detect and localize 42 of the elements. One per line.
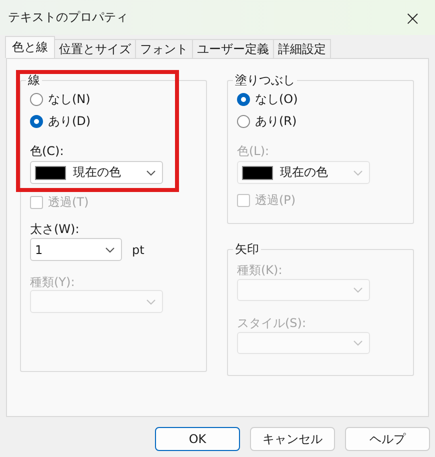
- chevron-down-icon: [146, 298, 156, 304]
- chevron-down-icon: [105, 246, 115, 252]
- tab[interactable]: 位置とサイズ: [54, 39, 136, 58]
- radio-button[interactable]: [237, 92, 250, 106]
- color-swatch: [242, 166, 273, 180]
- radio-button[interactable]: [30, 114, 43, 128]
- chevron-down-icon: [353, 287, 363, 293]
- group-title: 塗りつぶし: [234, 73, 296, 87]
- dialog-button[interactable]: ヘルプ: [345, 427, 430, 451]
- tab[interactable]: ユーザー定義: [192, 39, 274, 58]
- radio-button[interactable]: [237, 114, 250, 128]
- color-swatch: [35, 166, 66, 180]
- field-label: 種類(K):: [237, 263, 282, 278]
- checkbox-label: 透過(T): [48, 194, 89, 210]
- unit-label: pt: [132, 242, 144, 256]
- option-label: あり(D): [48, 112, 91, 130]
- option-label: あり(R): [255, 112, 297, 130]
- dropdown[interactable]: 現在の色: [30, 161, 163, 184]
- chevron-down-icon: [353, 170, 363, 176]
- field-label: 色(C):: [30, 144, 64, 159]
- dialog-button[interactable]: キャンセル: [250, 427, 335, 451]
- tab[interactable]: 色と線: [5, 36, 55, 58]
- close-button[interactable]: ×: [398, 6, 427, 30]
- field-label: スタイル(S):: [237, 316, 306, 331]
- option-label: なし(N): [48, 90, 90, 108]
- dialog-button[interactable]: OK: [155, 427, 240, 451]
- option-label: なし(O): [255, 90, 298, 108]
- dropdown-value: 現在の色: [280, 164, 328, 181]
- radio-button[interactable]: [30, 92, 43, 106]
- window-title: テキストのプロパティ: [8, 9, 128, 26]
- group-title: 線: [27, 73, 41, 87]
- dropdown-value: 現在の色: [73, 164, 121, 181]
- chevron-down-icon: [353, 340, 363, 346]
- checkbox-label: 透過(P): [255, 192, 296, 208]
- field-label: 太さ(W):: [30, 222, 80, 237]
- field-label: 種類(Y):: [30, 275, 75, 290]
- dropdown-value: 1: [35, 242, 43, 256]
- field-label: 色(L):: [237, 144, 270, 159]
- dropdown[interactable]: 1: [30, 238, 122, 261]
- tab[interactable]: 詳細設定: [273, 39, 331, 58]
- chevron-down-icon: [146, 170, 156, 176]
- group-title: 矢印: [234, 242, 260, 256]
